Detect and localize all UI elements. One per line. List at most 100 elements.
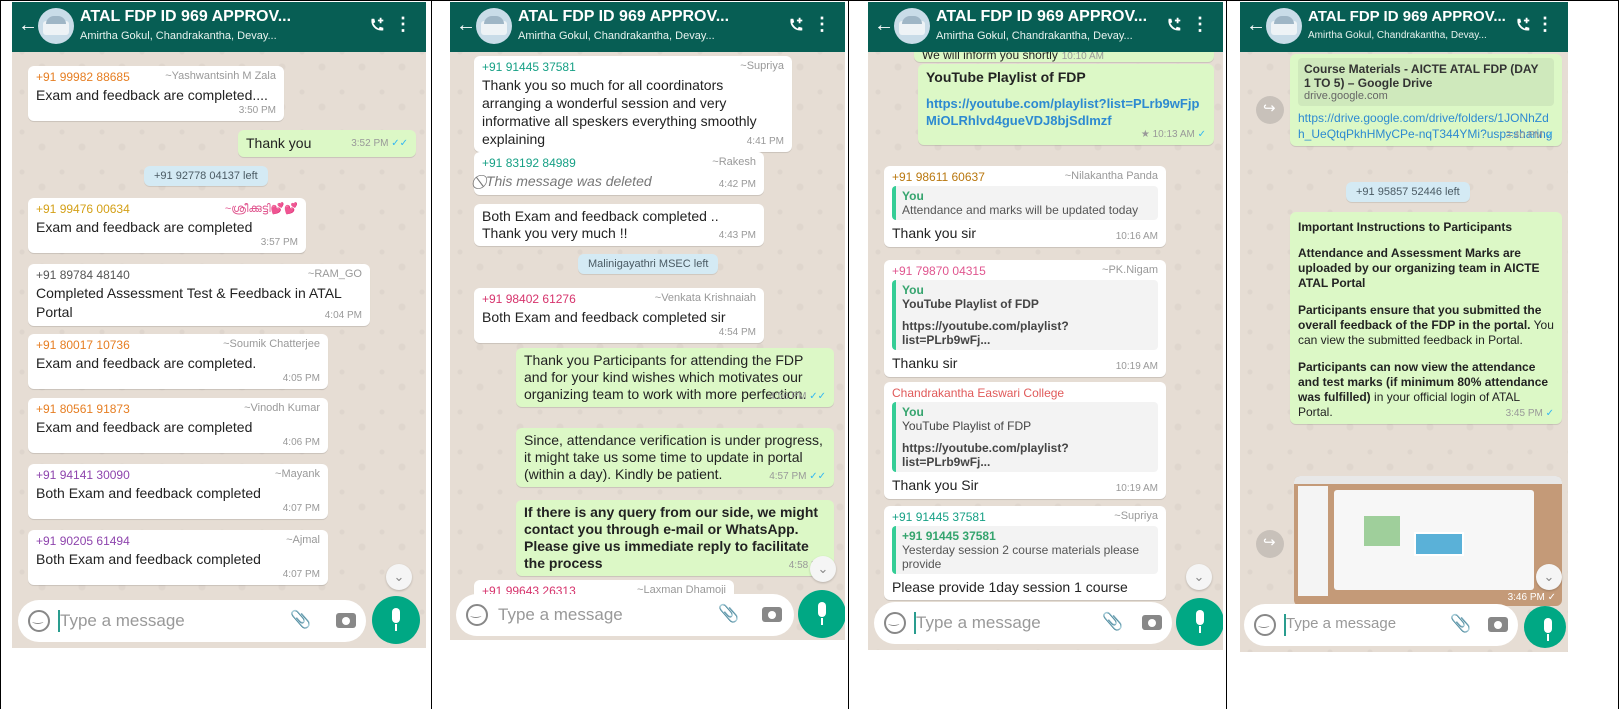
scroll-down-icon[interactable]: ⌄ — [810, 556, 836, 582]
sender-number[interactable]: +91 99476 00634 — [36, 202, 130, 216]
more-options-icon[interactable]: ⋮ — [394, 14, 412, 35]
sender-number[interactable]: +91 98402 61276 — [482, 292, 576, 306]
add-call-icon[interactable] — [787, 16, 805, 34]
back-arrow-icon[interactable]: ← — [874, 14, 894, 37]
message-composer[interactable]: Type a message 📎 — [18, 600, 366, 642]
back-arrow-icon[interactable]: ← — [18, 14, 38, 37]
scroll-down-icon[interactable]: ⌄ — [386, 564, 412, 590]
group-title[interactable]: ATAL FDP ID 969 APPROV... — [80, 8, 291, 26]
message-bubble[interactable]: Both Exam and feedback completed .. Than… — [474, 204, 764, 246]
group-title[interactable]: ATAL FDP ID 969 APPROV... — [518, 8, 729, 26]
message-bubble[interactable]: +91 89784 48140 ~RAM_GO Completed Assessm… — [28, 264, 370, 326]
camera-icon[interactable] — [1488, 617, 1508, 632]
emoji-icon[interactable] — [28, 610, 50, 632]
message-bubble-outgoing[interactable]: Since, attendance verification is under … — [516, 428, 834, 487]
mic-icon[interactable] — [372, 596, 420, 644]
message-bubble[interactable]: +91 80561 91873 ~Vinodh Kumar Exam and fe… — [28, 398, 328, 453]
attach-icon[interactable]: 📎 — [1102, 612, 1123, 632]
quoted-message[interactable]: You Attendance and marks will be updated… — [892, 186, 1158, 220]
scroll-down-icon[interactable]: ⌄ — [1536, 564, 1562, 590]
sender-number[interactable]: +91 83192 84989 — [482, 156, 576, 170]
emoji-icon[interactable] — [884, 612, 906, 634]
message-bubble-outgoing[interactable]: YouTube Playlist of FDP https://youtube.… — [918, 64, 1214, 145]
sender-name[interactable]: Chandrakantha Easwari College — [892, 386, 1064, 400]
more-options-icon[interactable]: ⋮ — [813, 14, 831, 35]
group-title[interactable]: ATAL FDP ID 969 APPROV... — [936, 8, 1147, 26]
sender-number[interactable]: +91 94141 30090 — [36, 468, 130, 482]
message-bubble[interactable]: +91 94141 30090 ~Mayank Both Exam and fee… — [28, 464, 328, 519]
message-input-placeholder[interactable]: Type a message — [916, 613, 1041, 633]
message-composer[interactable]: Type a message 📎 — [456, 594, 794, 636]
message-bubble-outgoing[interactable]: Thank you Participants for attending the… — [516, 348, 834, 407]
message-bubble-outgoing[interactable]: Important Instructions to Participants A… — [1290, 212, 1562, 424]
message-time: 4:07 PM — [282, 569, 320, 580]
more-options-icon[interactable]: ⋮ — [1191, 14, 1209, 35]
group-avatar[interactable] — [1266, 8, 1302, 44]
add-call-icon[interactable] — [368, 16, 386, 34]
message-composer[interactable]: Type a message 📎 — [1244, 604, 1518, 646]
group-avatar[interactable] — [38, 8, 74, 44]
message-time: 4:07 PM — [282, 503, 320, 514]
message-bubble[interactable]: +91 79870 04315 ~PK.Nigam You YouTube Pla… — [884, 260, 1166, 377]
message-bubble[interactable]: +91 83192 84989~Rakesh ⃠ This message wa… — [474, 152, 764, 195]
forward-icon[interactable] — [1256, 530, 1284, 558]
group-avatar[interactable] — [476, 8, 512, 44]
group-members[interactable]: Amirtha Gokul, Chandrakantha, Devay... — [80, 30, 277, 42]
message-bubble-outgoing[interactable]: Course Materials - AICTE ATAL FDP (DAY 1… — [1290, 54, 1562, 146]
message-bubble[interactable]: +91 99982 88685 ~Yashwantsinh M Zala Exam… — [28, 66, 284, 121]
message-input-placeholder[interactable]: Type a message — [498, 605, 623, 625]
message-input-placeholder[interactable]: Type a message — [1286, 615, 1396, 632]
read-ticks-icon: ✓ — [1545, 408, 1554, 419]
group-members[interactable]: Amirtha Gokul, Chandrakantha, Devay... — [936, 30, 1133, 42]
group-members[interactable]: Amirtha Gokul, Chandrakantha, Devay... — [518, 30, 715, 42]
mic-icon[interactable] — [798, 590, 845, 638]
more-options-icon[interactable]: ⋮ — [1536, 14, 1554, 35]
sender-number[interactable]: +91 89784 48140 — [36, 268, 130, 282]
back-arrow-icon[interactable]: ← — [456, 14, 476, 37]
mic-icon[interactable] — [1524, 606, 1566, 648]
playlist-link[interactable]: https://youtube.com/playlist?list=PLrb9w… — [926, 95, 1206, 129]
message-bubble[interactable]: +91 90205 61494 ~Ajmal Both Exam and feed… — [28, 530, 328, 585]
message-bubble[interactable]: +91 91445 37581 ~Supriya Thank you so muc… — [474, 56, 792, 152]
sender-number[interactable]: +91 90205 61494 — [36, 534, 130, 548]
sender-number[interactable]: +91 79870 04315 — [892, 264, 986, 278]
group-avatar[interactable] — [894, 8, 930, 44]
sender-number[interactable]: +91 91445 37581 — [482, 60, 576, 74]
sender-number[interactable]: +91 98611 60637 — [892, 170, 985, 184]
message-input-placeholder[interactable]: Type a message — [60, 611, 185, 631]
sender-number[interactable]: +91 80561 91873 — [36, 402, 130, 416]
sender-number[interactable]: +91 80017 10736 — [36, 338, 130, 352]
scroll-down-icon[interactable]: ⌄ — [1186, 564, 1212, 590]
emoji-icon[interactable] — [466, 604, 488, 626]
quoted-message[interactable]: +91 91445 37581 Yesterday session 2 cour… — [892, 526, 1158, 574]
quoted-message[interactable]: You YouTube Playlist of FDP https://yout… — [892, 402, 1158, 472]
attach-icon[interactable]: 📎 — [1450, 614, 1471, 634]
mic-icon[interactable] — [1176, 598, 1223, 646]
message-bubble[interactable]: +91 98402 61276 ~Venkata Krishnaiah Both … — [474, 288, 764, 343]
message-composer[interactable]: Type a message 📎 — [874, 602, 1172, 644]
group-members[interactable]: Amirtha Gokul, Chandrakantha, Devay... — [1308, 30, 1487, 41]
attach-icon[interactable]: 📎 — [290, 610, 311, 630]
screenshot-image[interactable]: 3:46 PM ✓ — [1294, 476, 1562, 606]
message-bubble[interactable]: +91 80017 10736 ~Soumik Chatterjee Exam a… — [28, 334, 328, 389]
message-bubble[interactable]: +91 99476 00634 ~ശ്രീക്കുട്ടി💕💕 Exam and … — [28, 198, 306, 253]
message-bubble[interactable]: +91 98611 60637 ~Nilakantha Panda You Att… — [884, 166, 1166, 247]
back-arrow-icon[interactable]: ← — [1246, 14, 1266, 37]
attach-icon[interactable]: 📎 — [718, 604, 739, 624]
message-bubble-outgoing[interactable]: Thank you 3:52 PM ✓✓ — [238, 130, 416, 157]
camera-icon[interactable] — [1142, 615, 1162, 630]
emoji-icon[interactable] — [1254, 614, 1276, 636]
message-bubble[interactable]: Chandrakantha Easwari College You YouTub… — [884, 382, 1166, 499]
camera-icon[interactable] — [762, 607, 782, 622]
message-bubble[interactable]: +91 91445 37581 ~Supriya +91 91445 37581 … — [884, 506, 1166, 600]
add-call-icon[interactable] — [1165, 16, 1183, 34]
sender-number[interactable]: +91 99982 88685 — [36, 70, 130, 84]
quoted-message[interactable]: You YouTube Playlist of FDP https://yout… — [892, 280, 1158, 350]
forward-icon[interactable] — [1256, 96, 1284, 124]
message-bubble-outgoing[interactable]: If there is any query from our side, we … — [516, 500, 834, 576]
sender-number[interactable]: +91 91445 37581 — [892, 510, 986, 524]
camera-icon[interactable] — [336, 613, 356, 628]
group-title[interactable]: ATAL FDP ID 969 APPROV... — [1308, 8, 1506, 25]
add-call-icon[interactable] — [1514, 16, 1532, 34]
link-preview-card[interactable]: Course Materials - AICTE ATAL FDP (DAY 1… — [1298, 58, 1554, 106]
